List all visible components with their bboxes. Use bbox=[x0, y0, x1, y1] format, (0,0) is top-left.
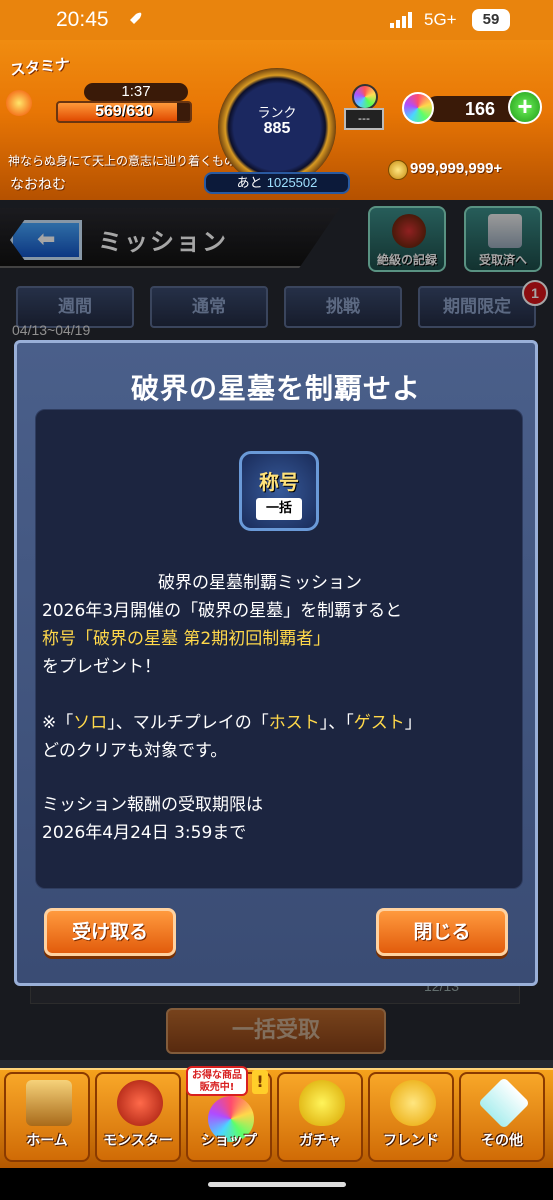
nav-monster[interactable]: モンスター bbox=[95, 1072, 181, 1162]
nav-home-label: ホーム bbox=[26, 1133, 68, 1149]
nav-friend-label: フレンド bbox=[383, 1133, 439, 1149]
stamina-timer: 1:37 bbox=[84, 83, 188, 101]
signal-icon bbox=[390, 12, 412, 28]
home-indicator[interactable] bbox=[208, 1182, 346, 1187]
player-name: なおねむ bbox=[10, 177, 66, 193]
desc-line-5g: 」 bbox=[404, 713, 422, 733]
rank-medal[interactable]: ランク 885 bbox=[218, 68, 336, 186]
status-bar: 20:45 5G+ 59 bbox=[0, 0, 553, 40]
desc-host: ホスト bbox=[268, 713, 320, 733]
orb-count: 166 bbox=[464, 99, 496, 119]
nav-other-label: その他 bbox=[481, 1133, 523, 1149]
rocket-icon bbox=[128, 12, 142, 26]
desc-line-4: をプレゼント！ bbox=[42, 657, 161, 677]
lamp-text: --- bbox=[344, 108, 384, 130]
desc-line-5e: 」、「 bbox=[319, 713, 354, 733]
desc-line-1: 破界の星墓制覇ミッション bbox=[158, 573, 362, 593]
badge-bottom-text: 一括 bbox=[256, 498, 302, 520]
desc-line-2: 2026年3月開催の「破界の星墓」を制覇すると bbox=[42, 601, 403, 621]
dialog-title: 破界の星墓を制覇せよ bbox=[130, 372, 421, 405]
question-icon bbox=[477, 1076, 531, 1130]
add-orb-button[interactable]: + bbox=[508, 90, 542, 124]
receive-button[interactable]: 受け取る bbox=[44, 908, 176, 956]
desc-line-3: 称号「破界の星墓 第2期初回制覇者」 bbox=[42, 629, 331, 649]
nav-gacha[interactable]: ガチャ bbox=[277, 1072, 363, 1162]
rank-next-exp: あと 1025502 bbox=[204, 172, 350, 194]
desc-line-5a: ※「 bbox=[42, 713, 74, 733]
desc-line-6: どのクリアも対象です。 bbox=[42, 741, 228, 761]
badge-top-text: 称号 bbox=[259, 470, 299, 494]
alert-icon: ! bbox=[252, 1070, 268, 1094]
desc-line-7: ミッション報酬の受取期限は bbox=[42, 795, 263, 815]
desc-line-5: ※「ソロ」、マルチプレイの「ホスト」、「ゲスト」 bbox=[42, 708, 422, 733]
lamp-gem-icon bbox=[352, 84, 378, 110]
close-button[interactable]: 閉じる bbox=[376, 908, 508, 956]
player-title: 神ならぬ身にて天上の意志に辿り着くもの bbox=[8, 154, 237, 168]
nav-monster-label: モンスター bbox=[103, 1133, 173, 1149]
stamina-icon bbox=[6, 90, 32, 116]
desc-solo: ソロ bbox=[73, 713, 108, 733]
rank-next-value: 1025502 bbox=[266, 175, 318, 190]
sale-tag: お得な商品販売中! bbox=[186, 1066, 248, 1096]
monster-icon bbox=[117, 1080, 163, 1126]
network-type: 5G+ bbox=[424, 10, 457, 29]
nav-other[interactable]: その他 bbox=[459, 1072, 545, 1162]
desc-line-5c: 」、マルチプレイの「 bbox=[107, 713, 269, 733]
desc-line-8: 2026年4月24日 3:59まで bbox=[42, 823, 247, 843]
lamp-icon[interactable]: --- bbox=[344, 84, 384, 132]
rank-next-prefix: あと bbox=[236, 176, 263, 191]
nav-shop-label: ショップ bbox=[201, 1133, 257, 1149]
title-reward-icon: 称号 一括 bbox=[239, 451, 319, 531]
nav-gacha-label: ガチャ bbox=[299, 1133, 341, 1149]
gacha-egg-icon bbox=[299, 1080, 345, 1126]
stamina-value: 569/630 bbox=[95, 103, 153, 120]
rank-value: 885 bbox=[263, 120, 291, 137]
battery-icon: 59 bbox=[472, 9, 510, 31]
rank-label: ランク bbox=[257, 106, 297, 121]
desc-guest: ゲスト bbox=[353, 713, 405, 733]
orb-icon bbox=[402, 92, 434, 124]
coin-value: 999,999,999+ bbox=[410, 160, 503, 177]
home-icon bbox=[26, 1080, 72, 1126]
nav-home[interactable]: ホーム bbox=[4, 1072, 90, 1162]
friend-icon bbox=[390, 1080, 436, 1126]
nav-friend[interactable]: フレンド bbox=[368, 1072, 454, 1162]
coin-icon bbox=[388, 160, 408, 180]
status-time: 20:45 bbox=[56, 8, 109, 31]
